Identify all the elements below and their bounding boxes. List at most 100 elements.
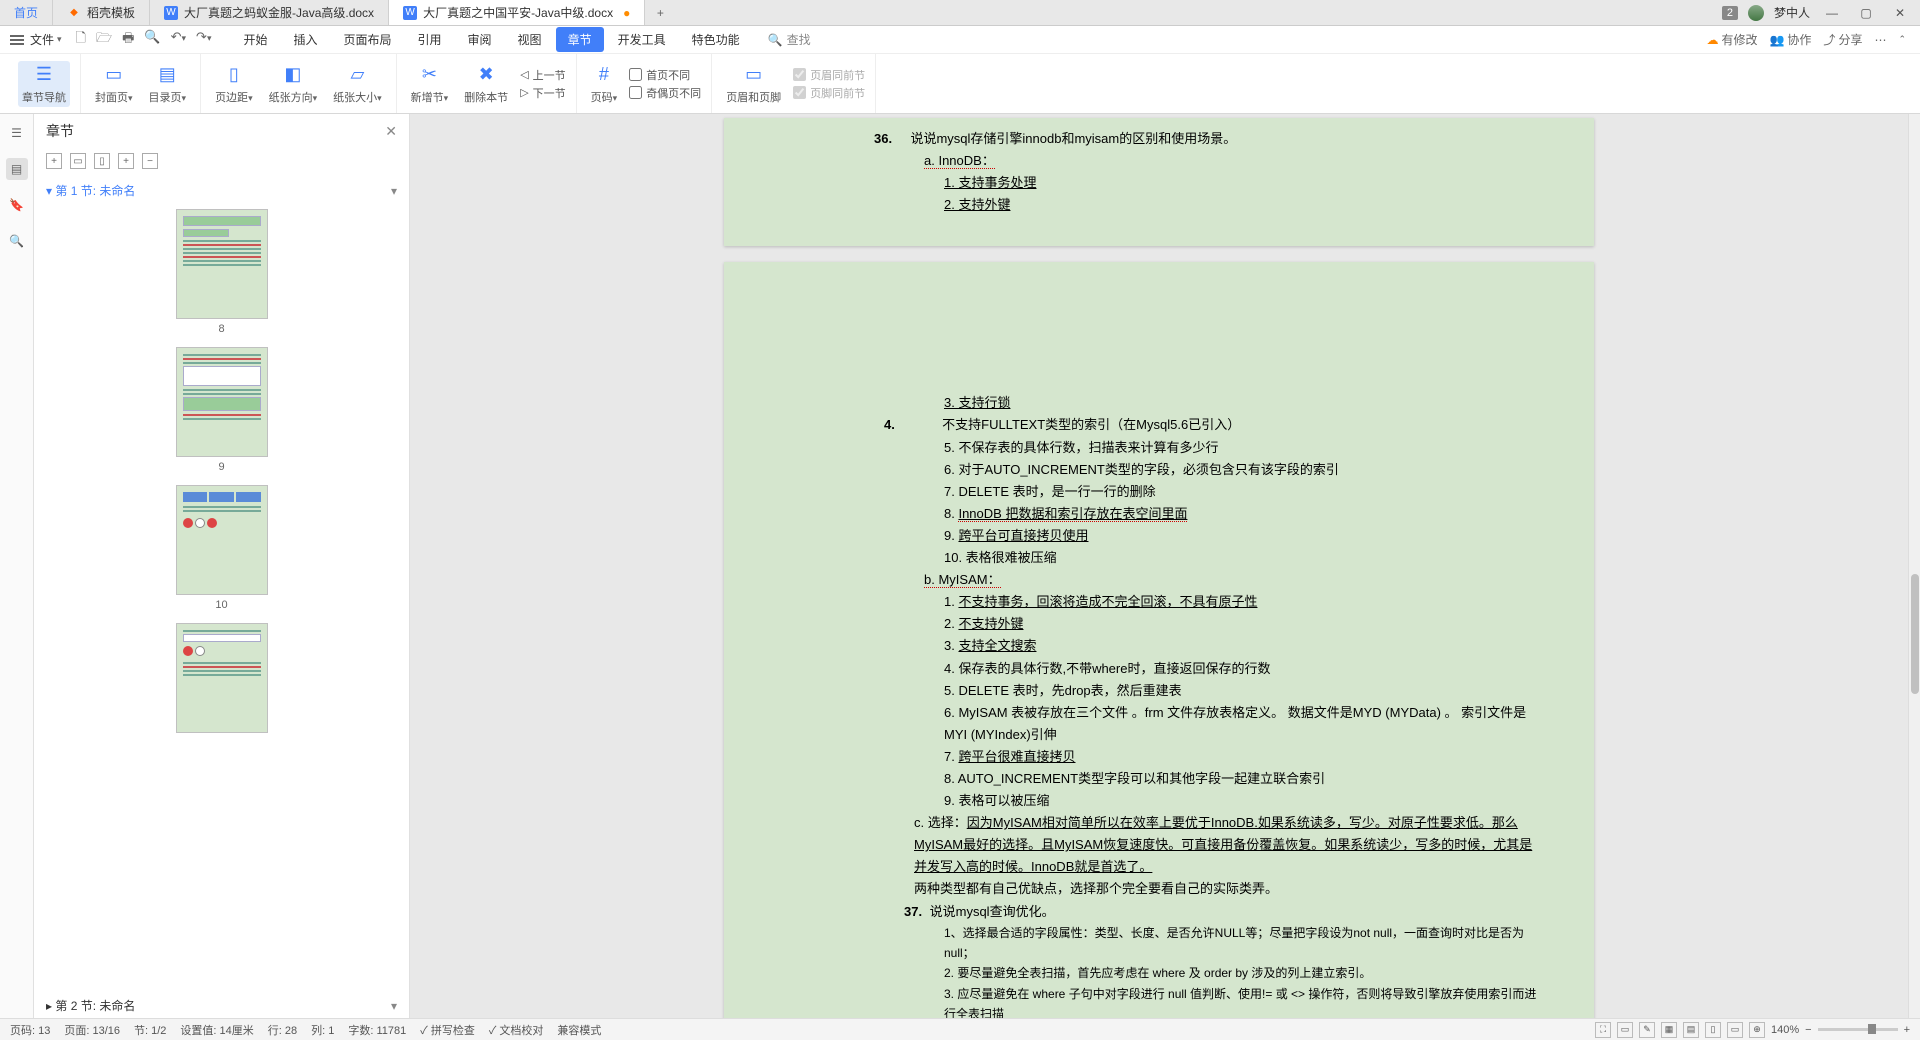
qat-preview[interactable]: 🔍 xyxy=(144,29,160,51)
page-12-bottom: 36. 说说mysql存储引擎innodb和myisam的区别和使用场景。 a.… xyxy=(724,118,1594,246)
ribbon-tab-view[interactable]: 视图 xyxy=(506,27,554,52)
pagenum-icon: # xyxy=(592,63,616,87)
zoom-slider[interactable] xyxy=(1818,1028,1898,1031)
tool-b[interactable]: ▯ xyxy=(94,153,110,169)
coop-button[interactable]: 👥协作 xyxy=(1769,31,1811,48)
view-outline[interactable]: ▤ xyxy=(1683,1022,1699,1038)
rail-bookmark[interactable]: 🔖 xyxy=(6,194,28,216)
dirty-indicator: ● xyxy=(623,6,630,20)
tab-add[interactable]: + xyxy=(645,0,675,25)
ribbon-tab-insert[interactable]: 插入 xyxy=(281,27,329,52)
ribbon-oddeven[interactable]: 奇偶页不同 xyxy=(629,85,701,101)
thumb-10[interactable]: 10 xyxy=(34,485,409,611)
search-button[interactable]: 🔍 查找 xyxy=(768,31,811,48)
ribbon-nav[interactable]: ☰章节导航 xyxy=(18,61,70,107)
view-c[interactable]: ⊕ xyxy=(1749,1022,1765,1038)
tool-newsec[interactable]: + xyxy=(46,153,62,169)
view-a[interactable]: ▯ xyxy=(1705,1022,1721,1038)
ribbon-size[interactable]: ▱纸张大小▾ xyxy=(329,61,386,107)
expand-icon: ▾ xyxy=(46,184,55,198)
tool-c[interactable]: + xyxy=(118,153,134,169)
minimize-button[interactable]: — xyxy=(1820,4,1844,22)
thumb-9[interactable]: 9 xyxy=(34,347,409,473)
status-chars[interactable]: 字数: 11781 xyxy=(348,1022,406,1038)
file-menu[interactable]: 文件 ▾ xyxy=(30,31,62,48)
view-fullscreen[interactable]: ⛶ xyxy=(1595,1022,1611,1038)
thumb-8[interactable]: 8 xyxy=(34,209,409,335)
word-icon: W xyxy=(403,6,417,20)
rail-zoom[interactable]: 🔍 xyxy=(6,230,28,252)
cover-icon: ▭ xyxy=(102,63,126,87)
section-menu[interactable]: ▾ xyxy=(391,999,397,1013)
ribbon-prevsec[interactable]: ◁上一节 xyxy=(520,67,565,83)
ribbon-tab-review[interactable]: 审阅 xyxy=(456,27,504,52)
status-page[interactable]: 页面: 13/16 xyxy=(64,1022,120,1038)
ribbon-newsec[interactable]: ✂新增节▾ xyxy=(407,61,453,107)
rail-chapters[interactable]: ▤ xyxy=(6,158,28,180)
ribbon-orient[interactable]: ◧纸张方向▾ xyxy=(265,61,322,107)
word-icon: W xyxy=(164,6,178,20)
ribbon-tab-dev[interactable]: 开发工具 xyxy=(606,27,678,52)
changes-button[interactable]: ☁有修改 xyxy=(1706,31,1757,48)
expand-icon: ▸ xyxy=(46,999,55,1013)
section-menu[interactable]: ▾ xyxy=(391,184,397,198)
scrollbar[interactable] xyxy=(1908,114,1920,1018)
ribbon-toc[interactable]: ▤目录页▾ xyxy=(145,61,191,107)
zoom-value[interactable]: 140% xyxy=(1771,1024,1799,1036)
view-print[interactable]: ✎ xyxy=(1639,1022,1655,1038)
tab-doc2[interactable]: W 大厂真题之中国平安-Java中级.docx ● xyxy=(389,0,645,25)
maximize-button[interactable]: ▢ xyxy=(1854,4,1878,22)
qat-open[interactable]: 🗁 xyxy=(96,29,112,51)
scroll-thumb[interactable] xyxy=(1911,574,1919,694)
tab-doc1[interactable]: W 大厂真题之蚂蚁金服-Java高级.docx xyxy=(150,0,389,25)
ribbon-nextsec[interactable]: ▷下一节 xyxy=(520,85,565,101)
notif-badge[interactable]: 2 xyxy=(1722,6,1738,20)
qat-print[interactable]: 🖶 xyxy=(122,29,134,51)
ribbon-tab-section[interactable]: 章节 xyxy=(556,27,604,52)
status-doccheck[interactable]: ✓ 文档校对 xyxy=(489,1022,544,1038)
zoom-out[interactable]: − xyxy=(1805,1024,1811,1036)
document-area[interactable]: 36. 说说mysql存储引擎innodb和myisam的区别和使用场景。 a.… xyxy=(410,114,1908,1018)
ribbon-margin[interactable]: ▯页边距▾ xyxy=(211,61,257,107)
zoom-handle[interactable] xyxy=(1868,1024,1876,1034)
tool-a[interactable]: ▭ xyxy=(70,153,86,169)
delsec-icon: ✖ xyxy=(474,63,498,87)
rail-outline[interactable]: ☰ xyxy=(6,122,28,144)
orient-icon: ◧ xyxy=(281,63,305,87)
ribbon-delsec[interactable]: ✖删除本节 xyxy=(460,61,512,107)
status-spell[interactable]: ✓ 拼写检查 xyxy=(420,1022,475,1038)
hamburger-icon[interactable] xyxy=(10,35,24,45)
status-pageno[interactable]: 页码: 13 xyxy=(10,1022,50,1038)
ribbon-tab-ref[interactable]: 引用 xyxy=(406,27,454,52)
view-web[interactable]: ▦ xyxy=(1661,1022,1677,1038)
tab-label: 稻壳模板 xyxy=(87,4,135,21)
status-setval: 设置值: 14厘米 xyxy=(180,1022,253,1038)
close-button[interactable]: ✕ xyxy=(1888,4,1912,22)
ribbon-tab-layout[interactable]: 页面布局 xyxy=(332,27,404,52)
qat-redo[interactable]: ↷▾ xyxy=(196,29,211,51)
qat-undo[interactable]: ↶▾ xyxy=(171,29,186,51)
ribbon-hf[interactable]: ▭页眉和页脚 xyxy=(722,61,785,107)
view-read[interactable]: ▭ xyxy=(1617,1022,1633,1038)
ribbon-tab-start[interactable]: 开始 xyxy=(231,27,279,52)
newsec-icon: ✂ xyxy=(417,63,441,87)
ribbon-pagenum[interactable]: #页码▾ xyxy=(587,61,622,107)
avatar[interactable] xyxy=(1748,5,1764,21)
tab-template[interactable]: ◆ 稻壳模板 xyxy=(53,0,150,25)
ribbon-cover[interactable]: ▭封面页▾ xyxy=(91,61,137,107)
username[interactable]: 梦中人 xyxy=(1774,4,1810,21)
qat-save[interactable]: 🗋 xyxy=(76,29,86,51)
panel-close[interactable]: ✕ xyxy=(385,123,397,140)
thumb-11[interactable] xyxy=(34,623,409,733)
tab-home[interactable]: 首页 xyxy=(0,0,53,25)
tool-d[interactable]: − xyxy=(142,153,158,169)
section-1[interactable]: ▾ 第 1 节: 未命名 ▾ xyxy=(34,178,409,203)
ribbon-tab-special[interactable]: 特色功能 xyxy=(680,27,752,52)
view-b[interactable]: ▭ xyxy=(1727,1022,1743,1038)
ribbon-firstdiff[interactable]: 首页不同 xyxy=(629,67,701,83)
more-icon[interactable]: ⋯ xyxy=(1874,33,1886,47)
collapse-ribbon-icon[interactable]: ⌃ xyxy=(1898,34,1906,45)
section-2[interactable]: ▸ 第 2 节: 未命名 ▾ xyxy=(34,993,409,1018)
share-button[interactable]: ⤴分享 xyxy=(1823,31,1862,48)
zoom-in[interactable]: + xyxy=(1904,1024,1910,1036)
